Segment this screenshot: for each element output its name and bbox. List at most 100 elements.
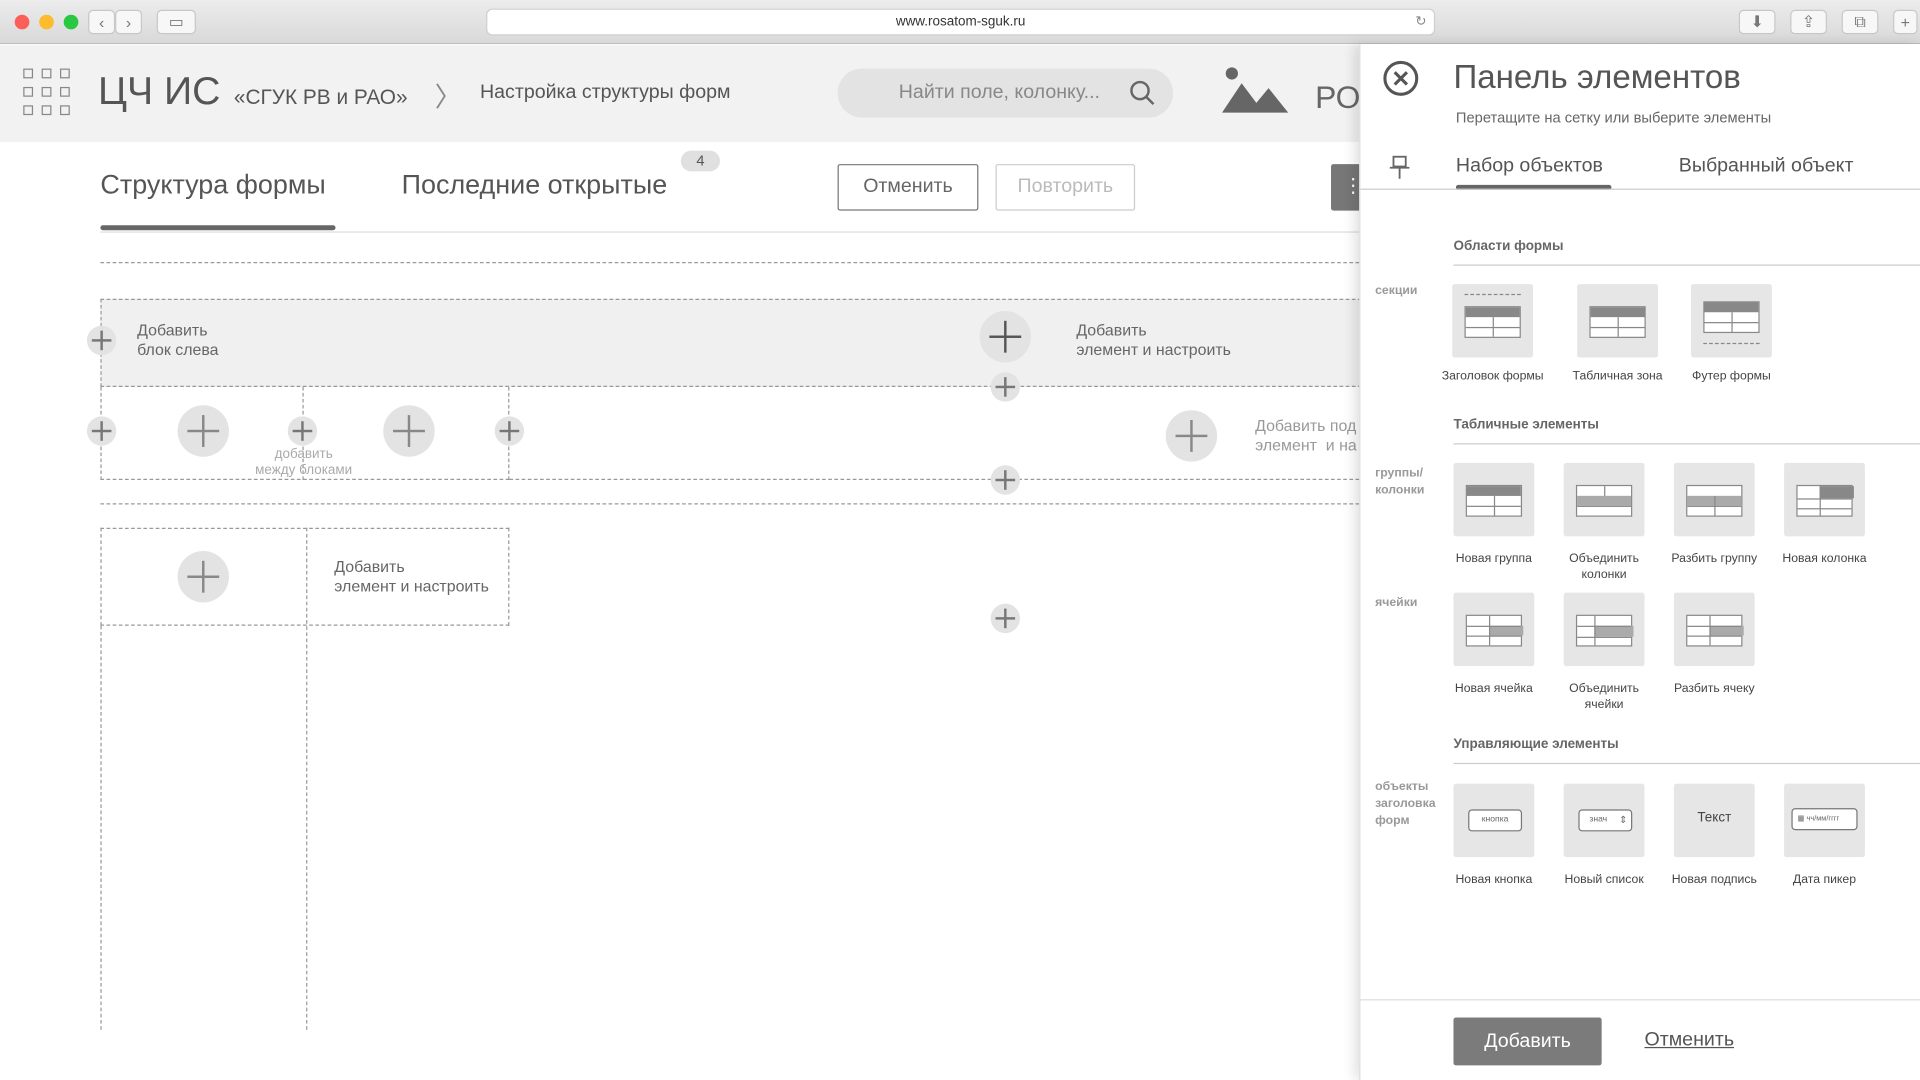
close-icon[interactable] — [1382, 60, 1419, 97]
maximize-window-icon[interactable] — [63, 14, 79, 30]
label-merge-cells: Объединить ячейки — [1569, 682, 1640, 712]
section-title-controls: Управляющие элементы — [1453, 737, 1619, 752]
add-element-button[interactable] — [979, 311, 1032, 363]
add-button[interactable]: Добавить — [1453, 1017, 1602, 1066]
panel-tabs-divider — [1360, 188, 1920, 190]
minimize-window-icon[interactable] — [39, 14, 54, 30]
tile-form-header[interactable] — [1452, 284, 1534, 358]
label-new-cell: Новая ячейка — [1454, 682, 1533, 696]
tile-date-picker[interactable]: ▦ чч/мм/гггг — [1784, 783, 1865, 858]
tile-form-footer[interactable] — [1691, 284, 1772, 358]
label-new-list: Новый список — [1564, 873, 1644, 887]
add-sub-element-button[interactable] — [1165, 410, 1218, 462]
close-window-icon[interactable] — [14, 14, 30, 30]
add-left-block-button[interactable] — [86, 325, 117, 356]
footer-column-divider — [306, 527, 308, 1030]
tabs-icon[interactable]: ⧉ — [1841, 9, 1879, 35]
back-icon[interactable]: ‹ — [88, 9, 116, 35]
add-left-cell-button[interactable] — [86, 416, 117, 446]
table-zone-bottom-guide — [509, 478, 1360, 481]
url-text: www.rosatom-sguk.ru — [895, 14, 1026, 30]
add-row-button[interactable] — [990, 465, 1021, 495]
add-right-cell-button[interactable] — [494, 416, 525, 446]
add-sub-element-label: Добавить под элемент и на — [1255, 416, 1357, 455]
share-icon[interactable]: ⇪ — [1790, 9, 1827, 35]
panel-cancel-link[interactable]: Отменить — [1645, 1030, 1735, 1052]
search-input[interactable]: Найти поле, колонку... — [837, 68, 1174, 118]
sidebar-icon[interactable]: ▭ — [156, 9, 196, 35]
label-new-text: Новая подпись — [1671, 873, 1757, 887]
date-preview: ▦ чч/мм/гггг — [1791, 808, 1858, 831]
footer-top-guide — [100, 503, 1360, 505]
chevron-right-icon: 〉 — [434, 82, 462, 113]
canvas-top-guide — [100, 262, 1360, 264]
label-form-header: Заголовок формы — [1441, 369, 1544, 384]
search-icon[interactable] — [1129, 80, 1156, 107]
add-block-left-label: Добавить блок слева — [137, 320, 219, 359]
label-split-group: Разбить группу — [1671, 552, 1758, 566]
elements-panel: Панель элементов Перетащите на сетку или… — [1359, 44, 1920, 1080]
panel-footer-divider — [1360, 999, 1920, 1001]
add-footer-cell-button[interactable] — [177, 551, 229, 603]
calendar-icon: ▦ — [1797, 815, 1805, 823]
add-between-button[interactable] — [287, 416, 318, 446]
panel-subtitle: Перетащите на сетку или выберите элемент… — [1455, 108, 1772, 127]
add-footer-row-button[interactable] — [990, 603, 1021, 634]
tile-split-cell[interactable] — [1673, 592, 1755, 667]
image-placeholder-icon — [1222, 67, 1289, 113]
tile-new-list[interactable]: знач ⇕ — [1563, 783, 1645, 858]
add-cell-button-2[interactable] — [383, 405, 435, 457]
tabs-divider — [100, 231, 1360, 233]
label-split-cell: Разбить ячеку — [1673, 682, 1755, 696]
tile-merge-cells[interactable] — [1563, 592, 1645, 667]
section-title-form-areas: Области формы — [1453, 238, 1564, 254]
button-preview: кнопка — [1468, 809, 1523, 832]
section-title-table-elements: Табличные элементы — [1453, 417, 1599, 433]
label-form-footer: Футер формы — [1692, 369, 1771, 384]
tile-new-group[interactable] — [1453, 462, 1535, 537]
list-preview: знач ⇕ — [1578, 809, 1633, 832]
logo-text: РО — [1315, 78, 1361, 116]
recent-count-badge: 4 — [680, 150, 721, 172]
panel-title: Панель элементов — [1453, 58, 1741, 96]
stepper-icon: ⇕ — [1619, 814, 1628, 826]
side-label-cells: ячейки — [1375, 596, 1418, 610]
drag-handle-icon[interactable]: ⋮ — [1331, 164, 1363, 211]
url-bar[interactable]: www.rosatom-sguk.ru ↻ — [486, 8, 1436, 36]
tile-new-cell[interactable] — [1453, 592, 1535, 667]
tab-object-set[interactable]: Набор объектов — [1456, 156, 1603, 178]
browser-toolbar: ‹ › ▭ www.rosatom-sguk.ru ↻ ⬇ ⇪ ⧉ + — [0, 0, 1920, 45]
apps-grid-icon[interactable] — [23, 68, 70, 116]
forward-icon[interactable]: › — [115, 9, 143, 35]
section-divider — [1453, 443, 1920, 445]
redo-button[interactable]: Повторить — [995, 164, 1136, 211]
download-icon[interactable]: ⬇ — [1738, 9, 1776, 35]
reload-icon[interactable]: ↻ — [1415, 10, 1426, 34]
active-tab-indicator — [100, 225, 336, 231]
tile-new-column[interactable] — [1784, 462, 1865, 537]
add-cell-button-1[interactable] — [177, 405, 229, 457]
tile-new-button[interactable]: кнопка — [1453, 783, 1535, 858]
section-divider — [1453, 762, 1920, 765]
tile-split-group[interactable] — [1673, 462, 1755, 537]
side-label-groups-columns: группы/ колонки — [1375, 466, 1425, 498]
tile-table-zone[interactable] — [1577, 284, 1658, 358]
tile-new-text[interactable]: Текст — [1673, 783, 1755, 858]
add-between-label: добавить между блоками — [255, 446, 353, 478]
label-date-picker: Дата пикер — [1792, 873, 1857, 887]
label-new-column: Новая колонка — [1782, 552, 1867, 566]
cancel-button[interactable]: Отменить — [837, 164, 979, 211]
label-table-zone: Табличная зона — [1572, 369, 1663, 384]
label-new-group: Новая группа — [1455, 552, 1532, 566]
breadcrumb[interactable]: Настройка структуры форм — [480, 82, 731, 104]
left-column-guide — [100, 625, 102, 1030]
tile-merge-columns[interactable] — [1563, 462, 1645, 537]
section-divider — [1453, 264, 1920, 266]
add-below-button[interactable] — [990, 372, 1021, 402]
new-tab-icon[interactable]: + — [1893, 9, 1918, 35]
pin-icon[interactable] — [1387, 154, 1411, 181]
tab-selected-object[interactable]: Выбранный объект — [1679, 156, 1854, 178]
tab-form-structure[interactable]: Структура формы — [100, 169, 325, 201]
tab-recent[interactable]: Последние открытые — [402, 169, 668, 201]
label-merge-columns: Объединить колонки — [1569, 552, 1640, 582]
